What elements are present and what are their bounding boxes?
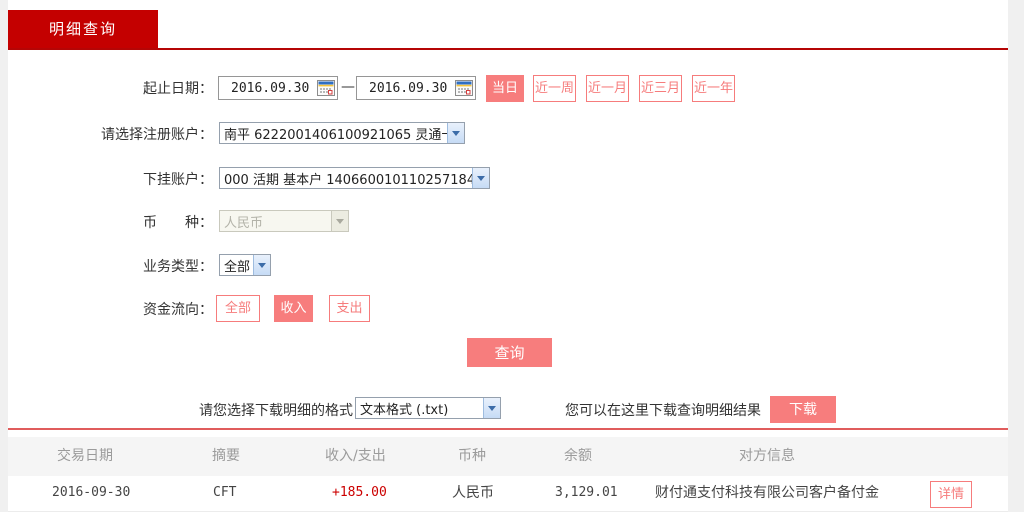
currency-label: 币 种： xyxy=(8,214,213,232)
date-range-separator: — xyxy=(341,79,355,95)
content-panel: 明细查询 起止日期： 2016.09.30 — 2016.09.30 xyxy=(8,0,1008,512)
tab-underline xyxy=(8,48,1008,50)
sub-account-label: 下挂账户： xyxy=(8,171,213,189)
table-header-row: 交易日期 摘要 收入/支出 币种 余额 对方信息 xyxy=(8,437,1008,476)
sub-account-select[interactable]: 000 活期 基本户 1406600101102571848 xyxy=(219,167,490,189)
quick-filter-month-button[interactable]: 近一月 xyxy=(586,75,629,102)
business-type-label: 业务类型： xyxy=(8,258,213,276)
chevron-down-icon xyxy=(253,255,270,275)
calendar-icon[interactable] xyxy=(455,80,473,96)
register-account-select[interactable]: 南平 6222001406100921065 灵通卡 xyxy=(219,122,465,144)
currency-select: 人民币 xyxy=(219,210,349,232)
start-date-value[interactable]: 2016.09.30 xyxy=(219,81,317,96)
fund-flow-expense-button[interactable]: 支出 xyxy=(329,295,370,322)
register-account-value: 南平 6222001406100921065 灵通卡 xyxy=(220,124,447,143)
download-hint-text: 您可以在这里下载查询明细结果 xyxy=(565,400,761,420)
column-header-summary: 摘要 xyxy=(212,437,240,476)
column-header-counterparty: 对方信息 xyxy=(739,437,795,476)
fund-flow-all-button[interactable]: 全部 xyxy=(216,295,260,322)
fund-flow-label: 资金流向： xyxy=(8,301,213,319)
quick-filter-3months-button[interactable]: 近三月 xyxy=(639,75,682,102)
chevron-down-icon xyxy=(447,123,464,143)
currency-value: 人民币 xyxy=(220,212,331,231)
sub-account-value: 000 活期 基本户 1406600101102571848 xyxy=(220,169,472,188)
cell-amount: +185.00 xyxy=(332,476,387,510)
business-type-value: 全部 xyxy=(220,256,253,275)
column-header-currency: 币种 xyxy=(458,437,486,476)
table-row: 2016-09-30 CFT +185.00 人民币 3,129.01 财付通支… xyxy=(8,476,1008,512)
end-date-input[interactable]: 2016.09.30 xyxy=(356,76,476,100)
download-format-value: 文本格式 (.txt) xyxy=(356,399,483,418)
cell-currency: 人民币 xyxy=(452,476,494,510)
download-format-select[interactable]: 文本格式 (.txt) xyxy=(355,397,501,419)
download-button[interactable]: 下载 xyxy=(770,396,836,423)
table-top-divider xyxy=(8,428,1008,430)
cell-counterparty: 财付通支付科技有限公司客户备付金 xyxy=(655,476,879,510)
register-account-label: 请选择注册账户： xyxy=(8,126,213,144)
chevron-down-icon xyxy=(483,398,500,418)
chevron-down-icon xyxy=(472,168,489,188)
calendar-icon[interactable] xyxy=(317,80,335,96)
query-button[interactable]: 查询 xyxy=(467,338,552,367)
quick-filter-week-button[interactable]: 近一周 xyxy=(533,75,576,102)
quick-filter-year-button[interactable]: 近一年 xyxy=(692,75,735,102)
cell-balance: 3,129.01 xyxy=(555,476,618,510)
quick-filter-today-button[interactable]: 当日 xyxy=(486,75,524,102)
end-date-value[interactable]: 2016.09.30 xyxy=(357,81,455,96)
column-header-date: 交易日期 xyxy=(57,437,113,476)
tab-detail-query[interactable]: 明细查询 xyxy=(8,10,158,48)
cell-summary: CFT xyxy=(213,476,236,510)
start-date-input[interactable]: 2016.09.30 xyxy=(218,76,338,100)
fund-flow-income-button[interactable]: 收入 xyxy=(274,295,313,322)
business-type-select[interactable]: 全部 xyxy=(219,254,271,276)
chevron-down-icon xyxy=(331,211,348,231)
column-header-balance: 余额 xyxy=(564,437,592,476)
download-format-label: 请您选择下载明细的格式 xyxy=(158,400,353,420)
date-range-label: 起止日期： xyxy=(8,80,213,98)
column-header-amount: 收入/支出 xyxy=(325,437,386,476)
detail-button[interactable]: 详情 xyxy=(930,481,972,508)
cell-date: 2016-09-30 xyxy=(52,476,130,510)
